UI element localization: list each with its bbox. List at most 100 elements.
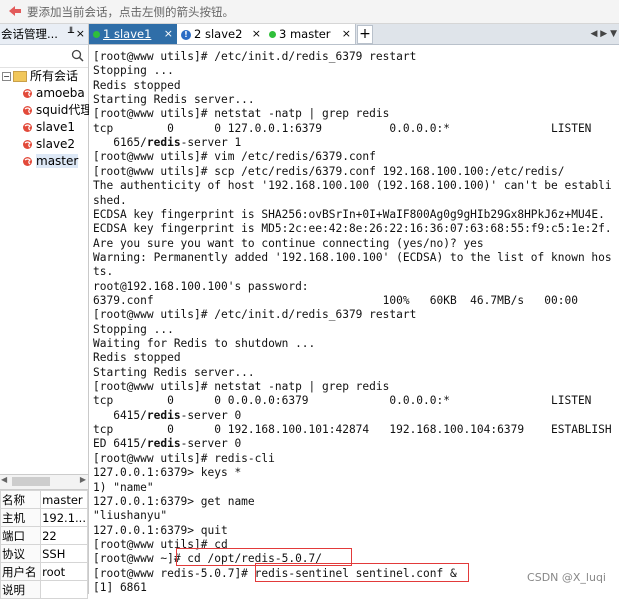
terminal-line: Waiting for Redis to shutdown ... bbox=[93, 337, 316, 350]
session-item-label: slave2 bbox=[36, 137, 76, 151]
pin-icon[interactable]: ╨ bbox=[68, 24, 74, 44]
scrollbar-thumb[interactable] bbox=[12, 477, 50, 486]
terminal-line: Warning: Permanently added '192.168.100.… bbox=[93, 250, 612, 264]
scroll-right-icon[interactable]: ▶ bbox=[80, 475, 86, 484]
property-value: master bbox=[40, 490, 88, 509]
terminal-line: Stopping ... bbox=[93, 322, 174, 336]
search-icon[interactable] bbox=[71, 49, 84, 62]
properties-table: 名称 master 主机 192.1... 端口 22 协议 SSH 用户名 root 说… bbox=[0, 490, 88, 599]
close-tab-icon[interactable]: × bbox=[164, 24, 173, 44]
tab-label: 2 slave2 bbox=[194, 27, 243, 41]
session-item-slave1[interactable]: slave1 bbox=[0, 119, 88, 136]
add-tab-button[interactable]: + bbox=[357, 25, 373, 44]
session-manager-panel: 会话管理... ╨ × − 所有会话 amoeba squid代理 slave1 … bbox=[0, 24, 92, 599]
session-item-label: squid代理 bbox=[36, 103, 93, 117]
close-icon[interactable]: × bbox=[76, 24, 85, 44]
terminal-line: 6379.conf 100% 60KB 46.7MB/s 00:00 bbox=[93, 293, 578, 307]
tab-slave2[interactable]: ! 2 slave2 × bbox=[177, 24, 266, 44]
terminal-line: ED 6415/redis-server 0 bbox=[93, 437, 242, 451]
terminal-line: Stopping ... bbox=[93, 64, 174, 78]
terminal-line: The authenticity of host '192.168.100.10… bbox=[93, 179, 612, 193]
terminal-line: Starting Redis server... bbox=[93, 93, 255, 107]
tab-label: 3 master bbox=[279, 27, 331, 41]
property-key: 主机 bbox=[0, 508, 42, 527]
session-icon bbox=[23, 89, 32, 98]
property-key: 说明 bbox=[0, 580, 42, 599]
terminal-line: [root@www utils]# netstat -natp | grep r… bbox=[93, 107, 390, 121]
table-row: 名称 master bbox=[0, 490, 88, 509]
terminal-line: 1) "name" bbox=[93, 480, 154, 494]
terminal-line: [1] 6861 bbox=[93, 580, 147, 594]
property-key: 端口 bbox=[0, 526, 42, 545]
terminal-line: ECDSA key fingerprint is MD5:2c:ee:42:8e… bbox=[93, 222, 612, 236]
session-properties: ◀ ▶ 名称 master 主机 192.1... 端口 22 协议 SSH 用户名 ro… bbox=[0, 474, 88, 599]
session-item-label: amoeba bbox=[36, 86, 85, 100]
terminal-line: 127.0.0.1:6379> quit bbox=[93, 523, 228, 537]
collapse-icon[interactable]: − bbox=[2, 72, 11, 81]
info-status-icon: ! bbox=[181, 29, 191, 40]
close-tab-icon[interactable]: × bbox=[342, 24, 351, 44]
terminal-line: 6165/redis-server 1 bbox=[93, 136, 242, 150]
terminal-line: ts. bbox=[93, 265, 114, 279]
session-item-label: master bbox=[36, 154, 79, 168]
property-key: 名称 bbox=[0, 490, 42, 509]
property-key: 用户名 bbox=[0, 562, 42, 581]
terminal-line: Redis stopped bbox=[93, 351, 181, 365]
horizontal-scrollbar[interactable]: ◀ ▶ bbox=[0, 474, 88, 490]
arrow-icon[interactable] bbox=[8, 5, 22, 17]
terminal-line: [root@www utils]# redis-cli bbox=[93, 451, 275, 465]
terminal-line: [root@www utils]# /etc/init.d/redis_6379… bbox=[93, 308, 417, 322]
session-item-master[interactable]: master bbox=[0, 153, 88, 170]
terminal-output[interactable]: [root@www utils]# /etc/init.d/redis_6379… bbox=[89, 45, 619, 594]
property-value: 22 bbox=[40, 526, 88, 545]
property-value: SSH bbox=[40, 544, 88, 563]
connected-status-icon bbox=[93, 31, 100, 38]
session-item-squid[interactable]: squid代理 bbox=[0, 102, 92, 119]
terminal-line: shed. bbox=[93, 193, 127, 207]
property-value: 192.1... bbox=[40, 508, 88, 527]
tab-slave1[interactable]: 1 slave1 × bbox=[89, 24, 178, 44]
terminal-line: 127.0.0.1:6379> get name bbox=[93, 494, 255, 508]
terminal-line: Are you sure you want to continue connec… bbox=[93, 236, 484, 250]
table-row: 端口 22 bbox=[0, 526, 88, 545]
tree-root[interactable]: − 所有会话 bbox=[0, 68, 88, 85]
terminal-line: tcp 0 0 0.0.0.0:6379 0.0.0.0:* LISTEN bbox=[93, 394, 592, 408]
session-manager-header: 会话管理... ╨ × bbox=[0, 24, 88, 45]
session-hint-text: 要添加当前会话，点击左侧的箭头按钮。 bbox=[27, 5, 234, 19]
table-row: 说明 bbox=[0, 580, 88, 599]
table-row: 协议 SSH bbox=[0, 544, 88, 563]
close-tab-icon[interactable]: × bbox=[252, 24, 261, 44]
connected-status-icon bbox=[269, 31, 276, 38]
property-value: root bbox=[40, 562, 88, 581]
session-icon bbox=[23, 123, 32, 132]
session-item-amoeba[interactable]: amoeba bbox=[0, 85, 88, 102]
property-value bbox=[40, 580, 88, 599]
tab-navigation[interactable]: ◀ ▶ ▼ bbox=[591, 24, 618, 44]
terminal-line: ECDSA key fingerprint is SHA256:ovBSrIn+… bbox=[93, 207, 605, 221]
session-hint-bar: 要添加当前会话，点击左侧的箭头按钮。 bbox=[0, 0, 619, 24]
terminal-line: Starting Redis server... bbox=[93, 365, 255, 379]
terminal-line: [root@www utils]# netstat -natp | grep r… bbox=[93, 380, 390, 394]
session-manager-title: 会话管理... bbox=[1, 27, 58, 41]
highlight-box bbox=[255, 563, 469, 582]
terminal-line: tcp 0 0 192.168.100.101:42874 192.168.10… bbox=[93, 423, 612, 437]
session-icon bbox=[23, 157, 32, 166]
terminal-line: "liushanyu" bbox=[93, 509, 168, 523]
tab-master[interactable]: 3 master × bbox=[265, 24, 356, 44]
session-item-slave2[interactable]: slave2 bbox=[0, 136, 88, 153]
scroll-left-icon[interactable]: ◀ bbox=[1, 475, 7, 484]
folder-icon bbox=[13, 71, 27, 82]
terminal-line: 127.0.0.1:6379> keys * bbox=[93, 466, 242, 480]
watermark: CSDN @X_luqi bbox=[527, 571, 606, 584]
property-key: 协议 bbox=[0, 544, 42, 563]
terminal-line: [root@www utils]# /etc/init.d/redis_6379… bbox=[93, 50, 417, 63]
session-search[interactable] bbox=[0, 45, 88, 68]
table-row: 用户名 root bbox=[0, 562, 88, 581]
terminal-line: Redis stopped bbox=[93, 78, 181, 92]
session-tab-bar: 1 slave1 × ! 2 slave2 × 3 master × + ◀ ▶ ▼ bbox=[89, 24, 619, 45]
session-item-label: slave1 bbox=[36, 120, 76, 134]
terminal-line: [root@www utils]# scp /etc/redis/6379.co… bbox=[93, 164, 565, 178]
tree-root-label: 所有会话 bbox=[30, 69, 79, 83]
session-tree: − 所有会话 amoeba squid代理 slave1 slave2 maste… bbox=[0, 68, 92, 170]
terminal-line: 6415/redis-server 0 bbox=[93, 408, 242, 422]
